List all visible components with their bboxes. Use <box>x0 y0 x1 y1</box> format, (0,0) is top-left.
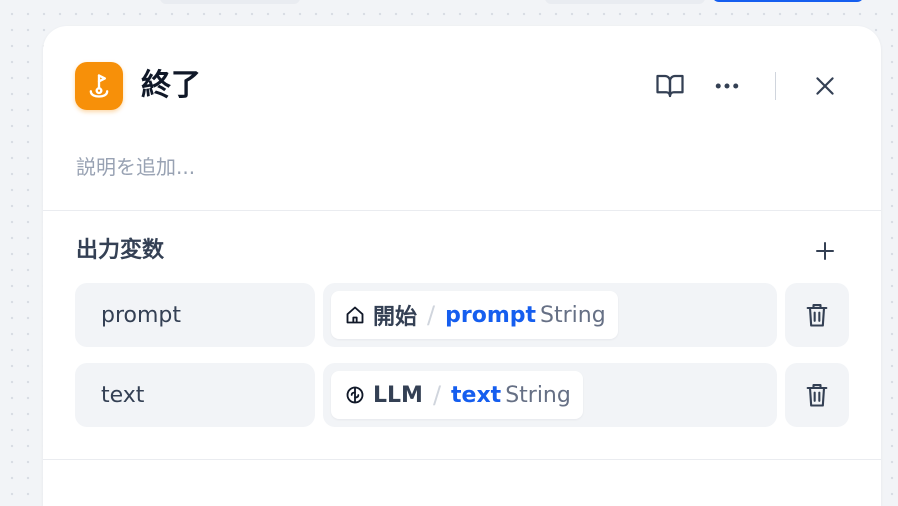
plus-icon <box>816 242 834 260</box>
more-options-button[interactable] <box>709 68 745 104</box>
panel-header: 終了 <box>43 26 881 146</box>
variable-reference-chip: LLM / text String <box>331 371 583 419</box>
close-button[interactable] <box>807 68 843 104</box>
variable-reference-chip: 開始 / prompt String <box>331 291 618 339</box>
variable-type-label: String <box>505 382 571 408</box>
delete-variable-button[interactable] <box>785 363 849 427</box>
variable-reference-picker[interactable]: LLM / text String <box>323 363 777 427</box>
node-title[interactable]: 終了 <box>141 66 201 106</box>
description-input[interactable]: 説明を追加... <box>76 152 195 182</box>
trash-icon <box>806 384 828 407</box>
source-variable-label: text <box>451 382 502 408</box>
llm-icon <box>346 386 364 404</box>
canvas-node-edge <box>545 0 705 4</box>
node-settings-panel: 終了 説明を追加... 出力変数 prompt 開始 / prompt Stri… <box>43 26 881 506</box>
variable-name-input[interactable]: text <box>75 363 315 427</box>
canvas-selected-node-edge <box>712 0 864 2</box>
path-separator: / <box>432 381 442 409</box>
header-divider <box>775 72 776 100</box>
source-variable-label: prompt <box>445 302 537 328</box>
output-variables-title: 出力変数 <box>76 238 165 263</box>
close-icon <box>816 77 834 95</box>
path-separator: / <box>427 301 436 329</box>
trash-icon <box>806 304 828 327</box>
variable-reference-picker[interactable]: 開始 / prompt String <box>323 283 777 347</box>
section-divider <box>43 459 881 460</box>
variable-type-label: String <box>540 302 606 328</box>
add-variable-button[interactable] <box>809 234 841 268</box>
end-node-icon <box>75 62 123 110</box>
source-node-label: LLM <box>373 382 423 408</box>
home-icon <box>346 306 364 324</box>
output-variable-row: prompt 開始 / prompt String <box>75 283 849 347</box>
canvas-node-edge <box>160 0 300 4</box>
section-divider <box>43 210 881 211</box>
delete-variable-button[interactable] <box>785 283 849 347</box>
docs-button[interactable] <box>652 68 688 104</box>
variable-name-input[interactable]: prompt <box>75 283 315 347</box>
output-variable-row: text LLM / text String <box>75 363 849 427</box>
book-open-icon <box>656 74 684 98</box>
more-horizontal-icon <box>715 83 739 89</box>
source-node-label: 開始 <box>373 305 418 330</box>
